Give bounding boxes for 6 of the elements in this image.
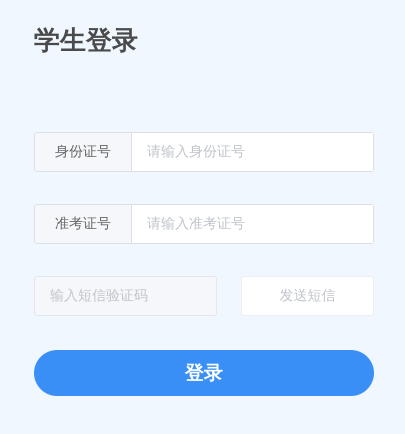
page-title: 学生登录 [34,25,139,58]
input-field[interactable]: 身份证号 请输入身份证号 [34,132,374,172]
field-label: 身份证号 [35,133,132,171]
login-button[interactable]: 登录 [34,350,374,396]
input-field[interactable]: 准考证号 请输入准考证号 [34,204,374,244]
field-label: 准考证号 [35,205,132,243]
